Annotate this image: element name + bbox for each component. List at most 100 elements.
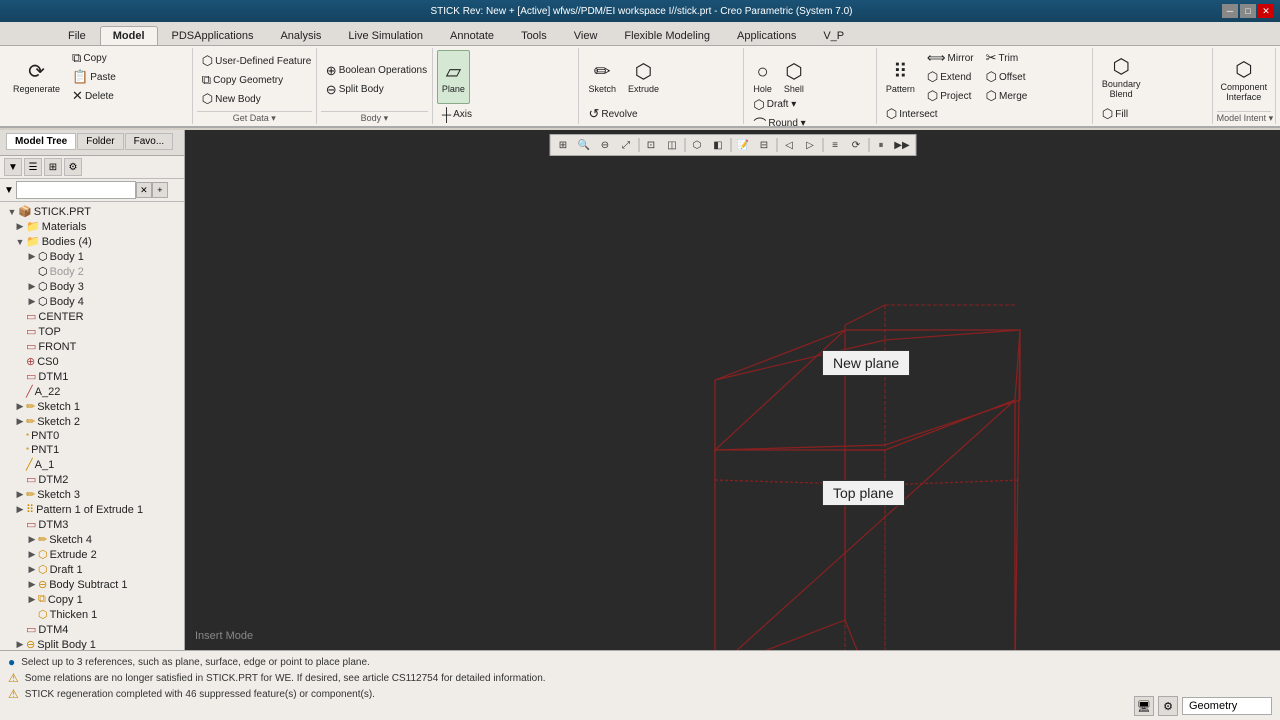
tree-expand-all[interactable]: ⊞ (44, 158, 62, 176)
plane-button[interactable]: ▱ Plane (437, 50, 470, 104)
tree-filter-button[interactable]: ▼ (4, 158, 22, 176)
component-interface-button[interactable]: ⬡ ComponentInterface (1217, 53, 1271, 107)
tree-item-top[interactable]: ▭ TOP (0, 324, 184, 339)
minimize-button[interactable]: ─ (1222, 4, 1238, 18)
tree-item-thicken1[interactable]: ⬡ Thicken 1 (0, 607, 184, 622)
saved-views-button[interactable]: ⊡ (641, 136, 661, 154)
revolve-button[interactable]: ↺ Revolve (583, 105, 663, 123)
tree-cols-button[interactable]: ☰ (24, 158, 42, 176)
tab-view[interactable]: View (561, 26, 611, 45)
boundary-blend-button[interactable]: ⬡ BoundaryBlend (1097, 50, 1146, 104)
tree-item-dtm3[interactable]: ▭ DTM3 (0, 517, 184, 532)
tab-analysis[interactable]: Analysis (267, 26, 334, 45)
get-data-label[interactable]: Get Data ▾ (197, 111, 312, 124)
style-button[interactable]: ⬡ Style (1097, 124, 1161, 128)
tree-item-body2[interactable]: ⬡ Body 2 (0, 264, 184, 279)
tab-annotate[interactable]: Annotate (437, 26, 507, 45)
add-search-button[interactable]: + (152, 182, 168, 198)
tree-item-a1[interactable]: ╱ A_1 (0, 457, 184, 472)
tree-item-front[interactable]: ▭ FRONT (0, 339, 184, 354)
repaint-button[interactable]: ⟳ (846, 136, 866, 154)
status-icon-button1[interactable]: 🖥 (1134, 696, 1154, 716)
tree-item-a22[interactable]: ╱ A_22 (0, 384, 184, 399)
clear-search-button[interactable]: ✕ (136, 182, 152, 198)
tree-item-sketch4[interactable]: ▶ ✏ Sketch 4 (0, 532, 184, 547)
zoom-area-button[interactable]: ⊞ (553, 136, 573, 154)
tree-item-cs0[interactable]: ⊕ CS0 (0, 354, 184, 369)
sketch-button[interactable]: ✏ Sketch (583, 50, 621, 104)
tree-item-dtm2[interactable]: ▭ DTM2 (0, 472, 184, 487)
more-view-button[interactable]: ▶▶ (892, 136, 912, 154)
tree-item-body-subtract1[interactable]: ▶ ⊖ Body Subtract 1 (0, 577, 184, 592)
extend-button[interactable]: ⬡ Extend (922, 68, 979, 86)
tree-item-sketch2[interactable]: ▶ ✏ Sketch 2 (0, 414, 184, 429)
fit-screen-button[interactable]: ⤢ (616, 136, 636, 154)
tab-flexible[interactable]: Flexible Modeling (611, 26, 723, 45)
display-mode-button[interactable]: ◧ (708, 136, 728, 154)
prev-view-button[interactable]: ◁ (779, 136, 799, 154)
tab-file[interactable]: File (55, 26, 99, 45)
tree-tab-model-tree[interactable]: Model Tree (6, 133, 76, 150)
user-def-feat-button[interactable]: ⬡ User-Defined Feature (197, 52, 317, 70)
merge-button[interactable]: ⬡ Merge (981, 87, 1033, 105)
fill-button[interactable]: ⬡ Fill (1097, 105, 1161, 123)
tree-item-sketch3[interactable]: ▶ ✏ Sketch 3 (0, 487, 184, 502)
delete-button[interactable]: ✕ Delete (67, 87, 121, 105)
pause-regen-button[interactable]: ⏸ (871, 136, 891, 154)
tab-tools[interactable]: Tools (508, 26, 560, 45)
intersect-button[interactable]: ⬡ Intersect (881, 105, 943, 123)
tab-pds[interactable]: PDSApplications (159, 26, 267, 45)
tab-applications[interactable]: Applications (724, 26, 809, 45)
extrude-button[interactable]: ⬡ Extrude (623, 50, 664, 104)
tree-item-body3[interactable]: ▶ ⬡ Body 3 (0, 279, 184, 294)
status-icon-button2[interactable]: ⚙ (1158, 696, 1178, 716)
close-button[interactable]: ✕ (1258, 4, 1274, 18)
paste-button[interactable]: 📋 Paste (67, 68, 121, 86)
shrinkwrap-button[interactable]: ◈ Shrinkwrap (8, 124, 80, 128)
point-button[interactable]: • Point ▾ (437, 124, 545, 128)
solidify-button[interactable]: ⬡ Solidify (881, 124, 943, 128)
draft-button[interactable]: ⬡ Draft ▾ (748, 96, 814, 114)
axis-button[interactable]: ┼ Axis (437, 105, 545, 123)
tree-item-draft1[interactable]: ▶ ⬡ Draft 1 (0, 562, 184, 577)
layer-button[interactable]: ≡ (825, 136, 845, 154)
zoom-out-button[interactable]: ⊖ (595, 136, 615, 154)
mirror-button[interactable]: ⟺ Mirror (922, 49, 979, 67)
zoom-in-button[interactable]: 🔍 (574, 136, 594, 154)
next-view-button[interactable]: ▷ (800, 136, 820, 154)
annotation-toggle[interactable]: 📝 (733, 136, 753, 154)
tab-vp[interactable]: V_P (810, 26, 857, 45)
copy-button[interactable]: ⧉ Copy (67, 49, 121, 67)
tree-item-copy1[interactable]: ▶ ⧉ Copy 1 (0, 592, 184, 607)
tree-item-dtm1[interactable]: ▭ DTM1 (0, 369, 184, 384)
geometry-dropdown[interactable]: Geometry Construction Both (1182, 697, 1272, 715)
offset-button[interactable]: ⬡ Offset (981, 68, 1033, 86)
tab-model[interactable]: Model (100, 26, 158, 45)
project-button[interactable]: ⬡ Project (922, 87, 979, 105)
tree-item-stick-prt[interactable]: ▼ 📦 STICK.PRT (0, 204, 184, 219)
search-input[interactable] (16, 181, 136, 199)
tab-live-sim[interactable]: Live Simulation (335, 26, 436, 45)
tree-item-sketch1[interactable]: ▶ ✏ Sketch 1 (0, 399, 184, 414)
tree-settings-button[interactable]: ⚙ (64, 158, 82, 176)
tree-item-body1[interactable]: ▶ ⬡ Body 1 (0, 249, 184, 264)
boolean-ops-button[interactable]: ⊕ Boolean Operations (321, 62, 432, 80)
tree-tab-favo[interactable]: Favo... (125, 133, 174, 150)
tree-item-center[interactable]: ▭ CENTER (0, 309, 184, 324)
tree-item-body4[interactable]: ▶ ⬡ Body 4 (0, 294, 184, 309)
regenerate-button[interactable]: ⟳ Regenerate (8, 50, 65, 104)
tree-item-pnt0[interactable]: * PNT0 (0, 429, 184, 443)
tree-item-dtm4[interactable]: ▭ DTM4 (0, 622, 184, 637)
tree-item-split-body1[interactable]: ▶ ⊖ Split Body 1 (0, 637, 184, 650)
new-body-button[interactable]: ⬡ New Body (197, 90, 317, 108)
model-intent-label[interactable]: Model Intent ▾ (1217, 111, 1271, 124)
tree-item-bodies[interactable]: ▼ 📁 Bodies (4) (0, 234, 184, 249)
copy-geom-button[interactable]: ⧉ Copy Geometry (197, 71, 317, 89)
round-button[interactable]: ⌒ Round ▾ (748, 115, 814, 129)
tree-tab-folder[interactable]: Folder (77, 133, 123, 150)
section-view-button[interactable]: ⊟ (754, 136, 774, 154)
tree-item-pattern1[interactable]: ▶ ⠿ Pattern 1 of Extrude 1 (0, 502, 184, 517)
sweep-button[interactable]: ⟿ Sweep ▾ (583, 124, 663, 128)
tree-item-extrude2[interactable]: ▶ ⬡ Extrude 2 (0, 547, 184, 562)
pattern-button[interactable]: ⠿ Pattern (881, 50, 920, 104)
